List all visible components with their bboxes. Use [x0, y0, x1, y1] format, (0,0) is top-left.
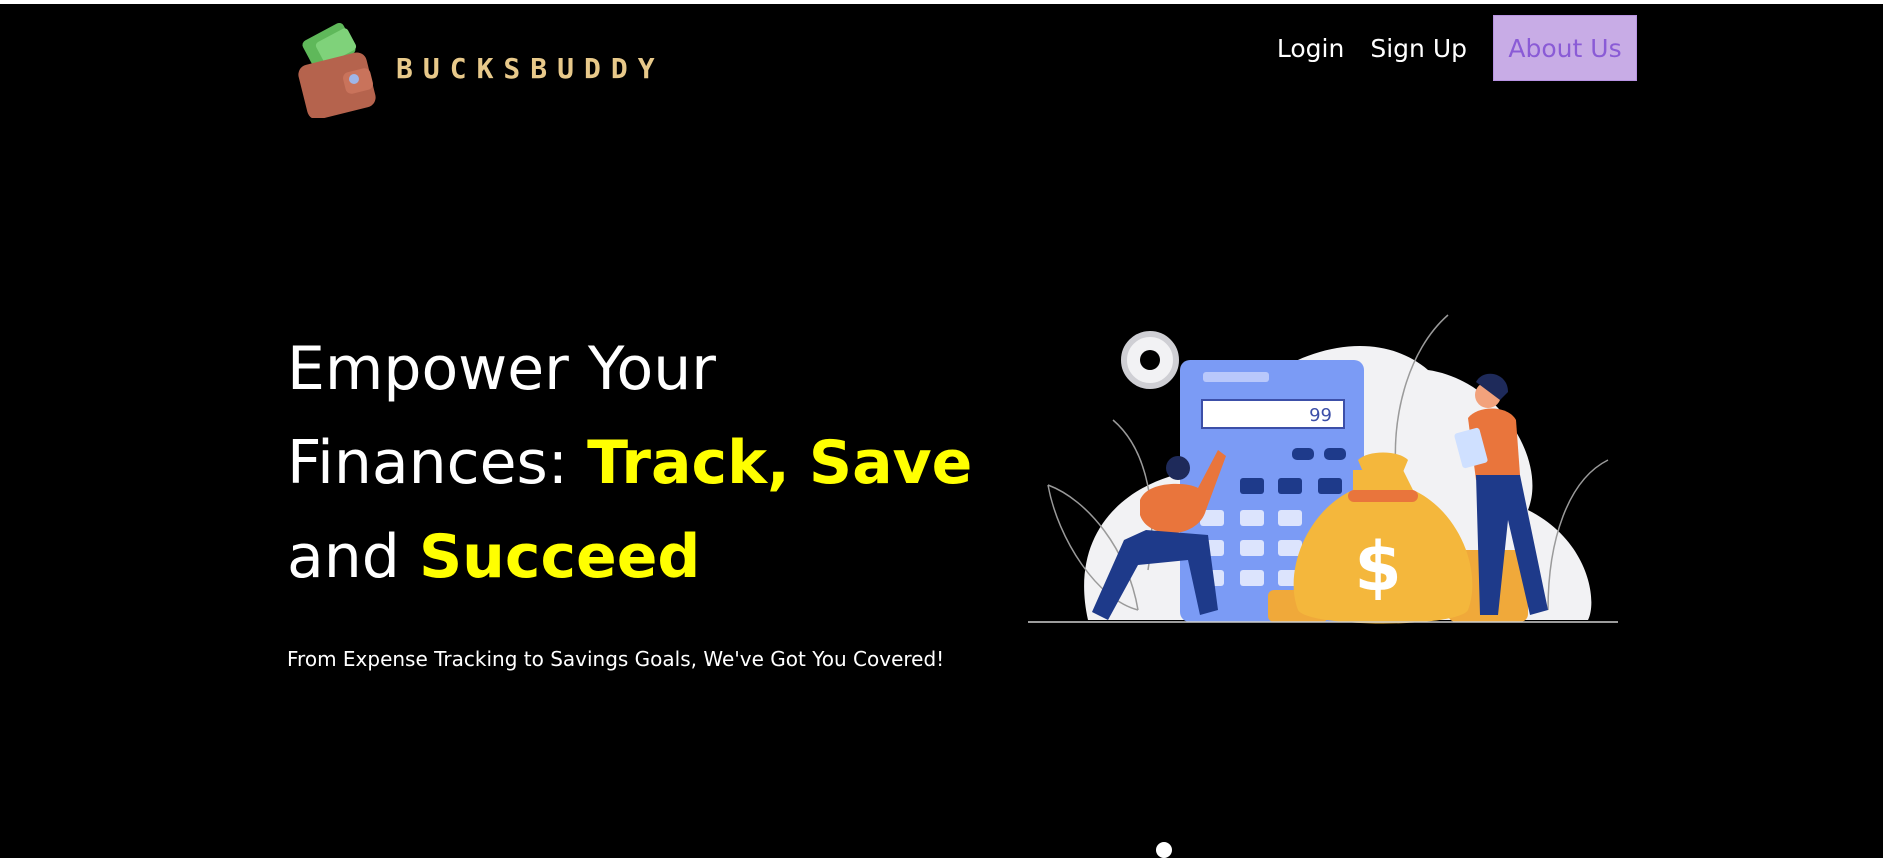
hero-subtitle: From Expense Tracking to Savings Goals, …: [287, 647, 945, 671]
hero-title: Empower Your Finances: Track, Save and S…: [287, 322, 1007, 604]
hero-line-2-prefix: Finances:: [287, 428, 569, 498]
hero-track: Track: [587, 428, 767, 498]
login-link[interactable]: Login: [1277, 34, 1344, 63]
hero-comma: ,: [766, 428, 790, 498]
hero-save: Save: [808, 428, 973, 498]
finance-illustration: 99 $: [1028, 310, 1628, 630]
brand-name: BUCKSBUDDY: [396, 51, 665, 85]
signup-link[interactable]: Sign Up: [1370, 34, 1467, 63]
hero-line-3-prefix: and: [287, 522, 400, 592]
brand-logo[interactable]: BUCKSBUDDY: [296, 18, 656, 120]
wallet-icon: [296, 18, 386, 120]
dollar-sign: $: [1354, 528, 1401, 607]
top-nav: Login Sign Up About Us: [1277, 14, 1637, 82]
hero-line-1: Empower Your: [287, 334, 716, 404]
scroll-indicator[interactable]: [1156, 842, 1172, 858]
hero-succeed: Succeed: [418, 522, 701, 592]
about-us-button[interactable]: About Us: [1493, 15, 1637, 81]
top-border: [0, 0, 1883, 4]
gear-icon: [1121, 331, 1179, 389]
calculator-display: 99: [1309, 405, 1332, 426]
